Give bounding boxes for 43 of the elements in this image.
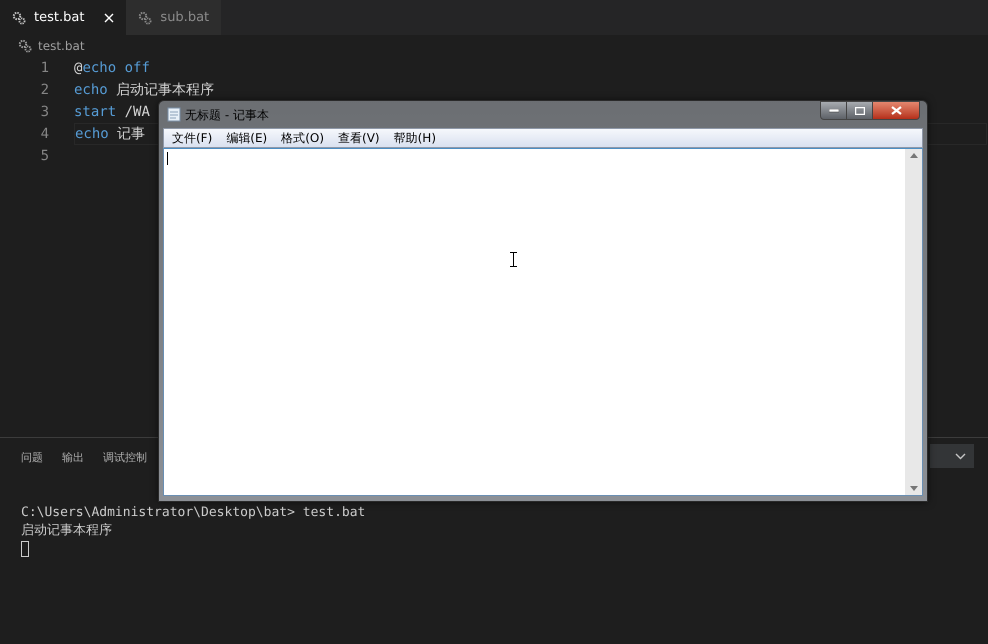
text-cursor-icon xyxy=(510,252,517,267)
terminal-line: C:\Users\Administrator\Desktop\bat> test.bat xyxy=(21,504,366,522)
maximize-icon xyxy=(854,106,864,114)
menu-item[interactable]: 文件(F) xyxy=(172,129,212,147)
minimize-button[interactable] xyxy=(820,101,847,120)
menu-item[interactable]: 格式(O) xyxy=(281,129,324,147)
terminal-line: 启动记事本程序 xyxy=(21,522,113,540)
code-line: echo 启动记事本程序 xyxy=(74,80,214,100)
panel-tab[interactable]: 问题 xyxy=(21,450,43,466)
tab-label: test.bat xyxy=(34,8,84,27)
close-icon[interactable] xyxy=(104,12,114,22)
breadcrumb[interactable]: test.bat xyxy=(38,37,85,55)
close-icon xyxy=(890,106,902,115)
scroll-down-icon[interactable] xyxy=(910,486,918,491)
menu-item[interactable]: 查看(V) xyxy=(338,129,380,147)
gears-icon xyxy=(12,10,26,24)
line-number: 3 xyxy=(40,102,49,122)
panel-tab[interactable]: 调试控制 xyxy=(103,450,147,466)
terminal-cursor xyxy=(21,541,29,557)
code-line: @echo off xyxy=(74,58,150,78)
editor-tab[interactable]: sub.bat xyxy=(126,0,222,35)
maximize-button[interactable] xyxy=(847,101,873,120)
gears-icon xyxy=(138,10,152,24)
panel-tab[interactable]: 输出 xyxy=(62,450,84,466)
gears-icon xyxy=(18,39,32,53)
menu-item[interactable]: 编辑(E) xyxy=(226,129,268,147)
chevron-down-icon xyxy=(955,452,966,460)
menu-item[interactable]: 帮助(H) xyxy=(394,129,436,147)
notepad-icon xyxy=(167,107,181,122)
window-title: 无标题 - 记事本 xyxy=(185,106,269,124)
line-number: 5 xyxy=(40,146,49,166)
line-number: 2 xyxy=(40,80,49,100)
line-number: 1 xyxy=(40,58,49,78)
close-button[interactable] xyxy=(873,101,920,120)
scroll-up-icon[interactable] xyxy=(910,153,918,158)
scrollbar[interactable] xyxy=(905,149,922,495)
editor-tab[interactable]: test.bat xyxy=(0,0,126,35)
tab-label: sub.bat xyxy=(160,8,210,27)
code-line: start /WA xyxy=(74,102,150,122)
line-number: 4 xyxy=(40,124,49,144)
minimize-icon xyxy=(828,108,838,112)
dropdown[interactable] xyxy=(930,444,974,468)
text-caret xyxy=(167,152,168,165)
